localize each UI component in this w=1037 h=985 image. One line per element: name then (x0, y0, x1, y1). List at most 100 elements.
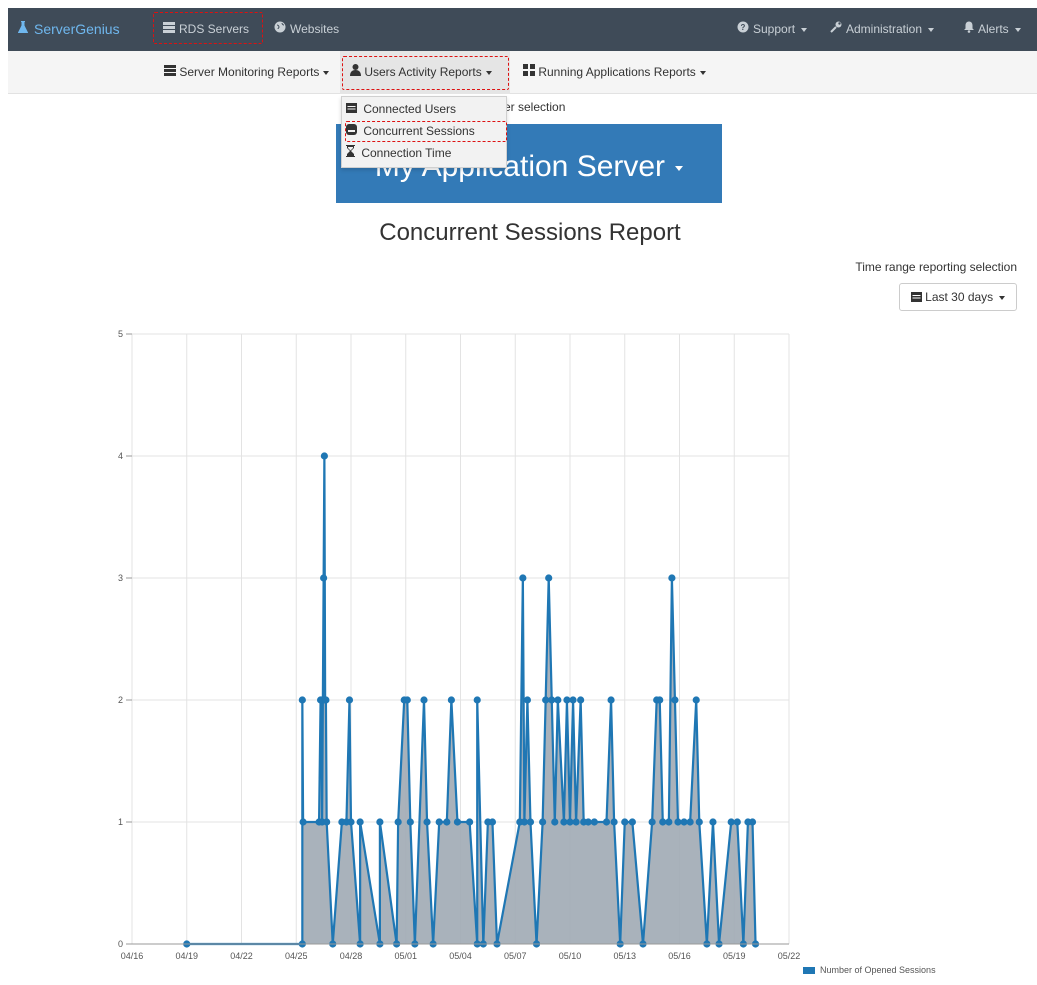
nav-support-label: Support (753, 22, 796, 36)
brand-link[interactable]: ServerGenius (16, 8, 120, 51)
calendar-icon (346, 102, 360, 116)
grid-icon (523, 64, 538, 79)
data-point (590, 818, 598, 826)
x-tick-label: 04/16 (121, 951, 144, 961)
nav-support[interactable]: ? Support (737, 8, 808, 51)
data-point (671, 696, 679, 704)
nav-administration-label: Administration (846, 22, 923, 36)
data-point (621, 818, 629, 826)
chevron-down-icon (928, 27, 935, 32)
bell-icon (964, 8, 974, 51)
data-point (356, 818, 364, 826)
data-point (668, 574, 676, 582)
menu-server-monitoring-reports[interactable]: Server Monitoring Reports (164, 51, 330, 94)
x-tick-label: 05/19 (723, 951, 746, 961)
data-point (323, 818, 331, 826)
nav-websites[interactable]: Websites (274, 8, 339, 51)
data-point (656, 696, 664, 704)
nav-websites-label: Websites (290, 22, 340, 36)
data-point (406, 818, 414, 826)
dropdown-item-connected-users[interactable]: Connected Users (346, 99, 456, 119)
data-point (545, 574, 553, 582)
chevron-down-icon (801, 27, 808, 32)
data-point (473, 696, 481, 704)
menu-running-applications-reports-label: Running Applications Reports (538, 65, 696, 79)
data-point (748, 818, 757, 826)
y-tick-label: 4 (118, 451, 123, 461)
legend-label: Number of Opened Sessions (820, 965, 936, 975)
menu-running-applications-reports[interactable]: Running Applications Reports (515, 51, 706, 94)
brand-label: ServerGenius (34, 21, 120, 37)
time-range-value: Last 30 days (925, 290, 994, 304)
chevron-down-icon (699, 70, 706, 75)
data-point (692, 696, 700, 704)
data-point (648, 818, 656, 826)
data-point (376, 818, 384, 826)
data-point (466, 818, 474, 826)
data-point (443, 818, 451, 826)
data-point (554, 696, 562, 704)
x-tick-label: 05/10 (559, 951, 582, 961)
data-point (453, 818, 462, 826)
data-point (519, 574, 527, 582)
y-tick-label: 5 (118, 329, 123, 339)
data-point (577, 696, 585, 704)
data-point (320, 452, 328, 460)
x-tick-label: 05/16 (668, 951, 691, 961)
hourglass-icon (346, 145, 358, 160)
data-point (299, 818, 307, 826)
data-point (607, 696, 615, 704)
data-point (695, 818, 703, 826)
chevron-down-icon (323, 70, 330, 75)
data-point (322, 696, 330, 704)
data-point (420, 696, 428, 704)
nav-alerts-label: Alerts (978, 22, 1009, 36)
menu-server-monitoring-reports-label: Server Monitoring Reports (179, 65, 320, 79)
svg-text:?: ? (741, 23, 746, 32)
data-point (320, 574, 328, 582)
globe-icon (274, 8, 286, 51)
data-point (733, 818, 741, 826)
nav-alerts[interactable]: Alerts (964, 8, 1021, 51)
reports-subnav: Server Monitoring Reports Users Activity… (8, 51, 1037, 94)
data-point (686, 818, 694, 826)
y-tick-label: 1 (118, 817, 123, 827)
y-tick-label: 0 (118, 939, 123, 949)
flask-icon (16, 8, 30, 51)
data-point (569, 696, 577, 704)
data-point (345, 696, 354, 704)
data-point (403, 696, 411, 704)
highlight-rds-servers (153, 12, 263, 44)
y-tick-label: 2 (118, 695, 123, 705)
data-point (394, 818, 402, 826)
x-tick-label: 05/07 (504, 951, 527, 961)
report-title: Concurrent Sessions Report (379, 219, 681, 246)
x-tick-label: 04/28 (340, 951, 363, 961)
data-point (602, 818, 611, 826)
dropdown-item-connected-users-label: Connected Users (363, 102, 457, 116)
chevron-down-icon (999, 295, 1006, 300)
x-tick-label: 05/04 (449, 951, 472, 961)
dropdown-item-connection-time[interactable]: Connection Time (346, 143, 451, 163)
data-point (628, 818, 636, 826)
data-point (298, 696, 306, 704)
x-tick-label: 05/01 (394, 951, 417, 961)
time-range-button[interactable]: Last 30 days (899, 283, 1017, 311)
highlight-users-activity (342, 56, 509, 90)
data-point (488, 818, 497, 826)
time-range-label: Time range reporting selection (855, 260, 1017, 274)
legend-swatch (803, 967, 815, 975)
data-point (572, 818, 580, 826)
chevron-down-icon (1014, 27, 1021, 32)
data-point (665, 818, 673, 826)
nav-administration[interactable]: Administration (830, 8, 935, 51)
data-point (539, 818, 547, 826)
data-point (523, 696, 532, 704)
x-tick-label: 04/19 (175, 951, 198, 961)
data-point (435, 818, 443, 826)
highlight-concurrent-sessions (345, 121, 507, 142)
x-tick-label: 05/22 (778, 951, 801, 961)
chart-legend: Number of Opened Sessions (803, 965, 936, 975)
y-tick-label: 3 (118, 573, 123, 583)
server-selection-label: ver selection (498, 100, 566, 114)
